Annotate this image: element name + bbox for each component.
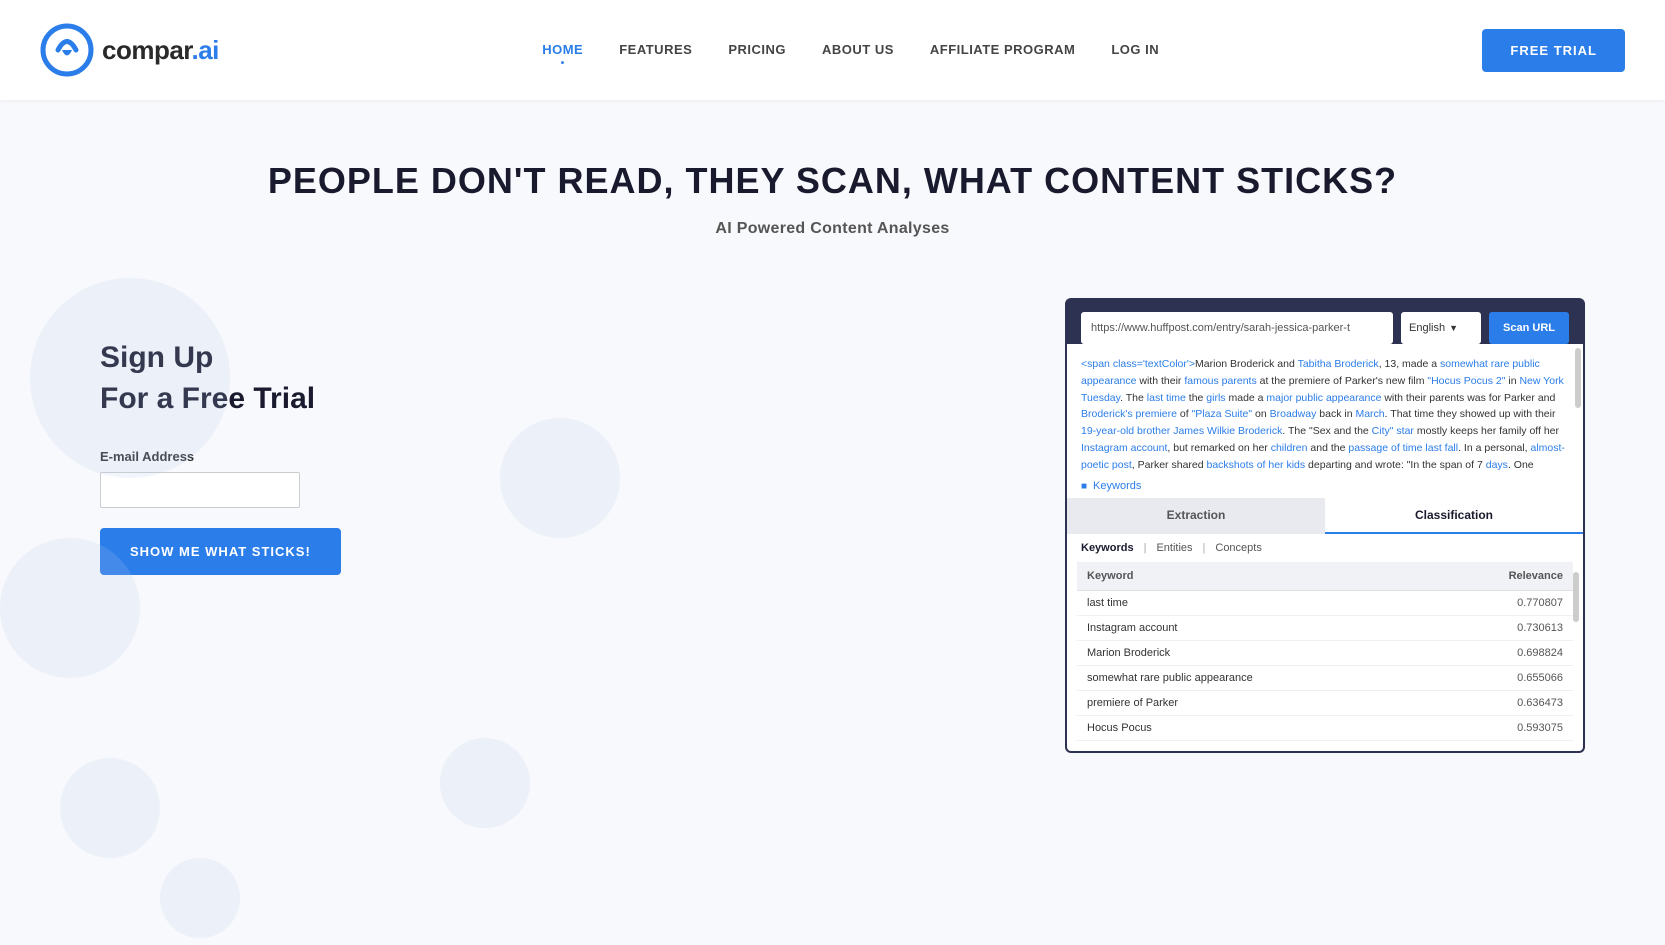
navbar: compar.ai HOME FEATURES PRICING ABOUT US…	[0, 0, 1665, 100]
panel-top: https://www.huffpost.com/entry/sarah-jes…	[1065, 298, 1585, 344]
tab-extraction[interactable]: Extraction	[1067, 498, 1325, 534]
hero-section: PEOPLE DON'T READ, THEY SCAN, WHAT CONTE…	[0, 100, 1665, 258]
kw-subtabs: Keywords | Entities | Concepts	[1065, 534, 1585, 562]
table-col-keyword: Keyword	[1077, 562, 1431, 591]
scan-url-button[interactable]: Scan URL	[1489, 312, 1569, 344]
nav-link-pricing[interactable]: PRICING	[728, 42, 786, 57]
keywords-bar: ■ Keywords	[1065, 474, 1585, 498]
logo-text: compar.ai	[102, 35, 219, 66]
text-content-area: <span class='textColor'>Marion Broderick…	[1065, 344, 1585, 474]
hero-headline: PEOPLE DON'T READ, THEY SCAN, WHAT CONTE…	[20, 160, 1645, 202]
table-cell-relevance: 0.655066	[1431, 666, 1573, 691]
signup-heading: Sign Up For a Free Trial	[100, 338, 480, 419]
keywords-label: Keywords	[1093, 480, 1141, 492]
table-cell-keyword: Hocus Pocus	[1077, 716, 1431, 741]
kw-tab-concepts[interactable]: Concepts	[1215, 542, 1261, 554]
table-col-relevance: Relevance	[1431, 562, 1573, 591]
chevron-down-icon: ▼	[1449, 323, 1458, 333]
table-cell-relevance: 0.593075	[1431, 716, 1573, 741]
nav-item-about[interactable]: ABOUT US	[822, 41, 894, 59]
signup-heading-line1: Sign Up	[100, 341, 213, 374]
table-row: Instagram account 0.730613	[1077, 616, 1573, 641]
signup-form: Sign Up For a Free Trial E-mail Address …	[100, 298, 480, 575]
nav-item-home[interactable]: HOME	[542, 41, 583, 59]
lang-select[interactable]: English ▼	[1401, 312, 1481, 344]
keywords-table: Keyword Relevance last time 0.770807 Ins…	[1077, 562, 1573, 741]
app-preview: https://www.huffpost.com/entry/sarah-jes…	[1065, 298, 1585, 753]
nav-item-pricing[interactable]: PRICING	[728, 41, 786, 59]
email-input[interactable]	[100, 472, 300, 508]
bg-blob-5	[500, 418, 620, 538]
table-row: premiere of Parker 0.636473	[1077, 691, 1573, 716]
kw-tab-keywords[interactable]: Keywords	[1081, 542, 1134, 554]
table-row: last time 0.770807	[1077, 591, 1573, 616]
table-cell-relevance: 0.770807	[1431, 591, 1573, 616]
nav-item-features[interactable]: FEATURES	[619, 41, 692, 59]
nav-item-login[interactable]: LOG IN	[1111, 41, 1159, 59]
nav-link-login[interactable]: LOG IN	[1111, 42, 1159, 57]
url-input[interactable]: https://www.huffpost.com/entry/sarah-jes…	[1081, 312, 1393, 344]
tab-classification[interactable]: Classification	[1325, 498, 1583, 534]
url-bar: https://www.huffpost.com/entry/sarah-jes…	[1081, 312, 1569, 344]
keywords-dot: ■	[1081, 481, 1087, 492]
hero-subtitle: AI Powered Content Analyses	[20, 220, 1645, 238]
nav-link-affiliate[interactable]: AFFILIATE PROGRAM	[930, 42, 1075, 57]
table-row: Hocus Pocus 0.593075	[1077, 716, 1573, 741]
email-label: E-mail Address	[100, 449, 480, 464]
bg-blob-6	[440, 738, 530, 828]
tabs-row: Extraction Classification	[1065, 498, 1585, 534]
table-cell-keyword: Instagram account	[1077, 616, 1431, 641]
table-cell-relevance: 0.730613	[1431, 616, 1573, 641]
table-cell-keyword: Marion Broderick	[1077, 641, 1431, 666]
table-cell-keyword: premiere of Parker	[1077, 691, 1431, 716]
nav-cta-button[interactable]: FREE TRIAL	[1482, 29, 1625, 72]
nav-links: HOME FEATURES PRICING ABOUT US AFFILIATE…	[542, 41, 1159, 59]
bg-blob-3	[60, 758, 160, 858]
table-cell-keyword: somewhat rare public appearance	[1077, 666, 1431, 691]
logo[interactable]: compar.ai	[40, 23, 219, 77]
table-cell-relevance: 0.636473	[1431, 691, 1573, 716]
table-row: Marion Broderick 0.698824	[1077, 641, 1573, 666]
table-cell-keyword: last time	[1077, 591, 1431, 616]
bg-blob-4	[160, 858, 240, 938]
logo-icon	[40, 23, 94, 77]
nav-link-features[interactable]: FEATURES	[619, 42, 692, 57]
cta-button[interactable]: SHOW ME WHAT STICKS!	[100, 528, 341, 575]
nav-item-affiliate[interactable]: AFFILIATE PROGRAM	[930, 41, 1075, 59]
table-cell-relevance: 0.698824	[1431, 641, 1573, 666]
nav-link-about[interactable]: ABOUT US	[822, 42, 894, 57]
keywords-table-wrap: Keyword Relevance last time 0.770807 Ins…	[1065, 562, 1585, 753]
table-row: somewhat rare public appearance 0.655066	[1077, 666, 1573, 691]
main-section: Sign Up For a Free Trial E-mail Address …	[0, 258, 1665, 793]
signup-heading-line2: For a Free Trial	[100, 382, 315, 415]
kw-tab-entities[interactable]: Entities	[1156, 542, 1192, 554]
nav-link-home[interactable]: HOME	[542, 42, 583, 57]
